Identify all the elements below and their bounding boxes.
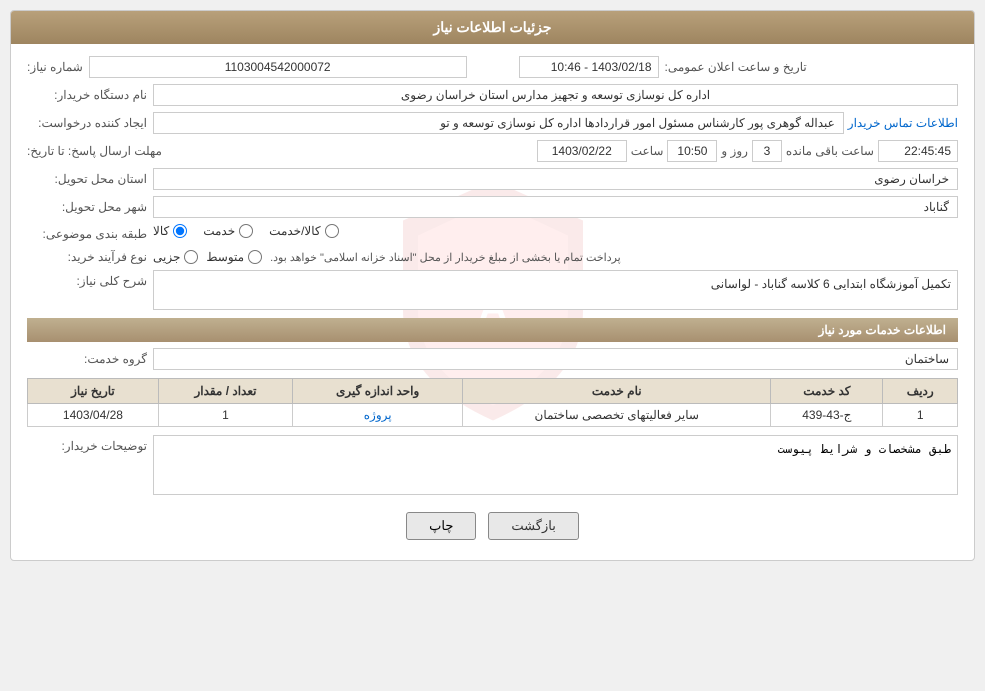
buyer-desc-input[interactable]: طبق مشخصات و شرایط پیوست <box>153 435 958 495</box>
cell-unit: پروژه <box>293 404 463 427</box>
service-group-value: ساختمان <box>153 348 958 370</box>
time-label: ساعت <box>631 144 664 158</box>
cell-name: سایر فعالیتهای تخصصی ساختمان <box>463 404 771 427</box>
cell-row: 1 <box>883 404 958 427</box>
remaining-label: ساعت باقی مانده <box>786 144 874 158</box>
purchase-type-medium[interactable]: متوسط <box>206 250 262 264</box>
back-button[interactable]: بازگشت <box>488 512 578 540</box>
services-section-title: اطلاعات خدمات مورد نیاز <box>27 318 958 342</box>
announcement-value: 1403/02/18 - 10:46 <box>519 56 659 78</box>
table-row: 1 ج-43-439 سایر فعالیتهای تخصصی ساختمان … <box>28 404 958 427</box>
panel-title: جزئیات اطلاعات نیاز <box>11 11 974 44</box>
col-code: کد خدمت <box>771 379 883 404</box>
col-date: تاریخ نیاز <box>28 379 159 404</box>
creator-value: عبداله گوهری پور کارشناس مسئول امور قرار… <box>153 112 844 134</box>
service-group-label: گروه خدمت: <box>27 352 147 366</box>
city-value: گناباد <box>153 196 958 218</box>
deadline-time: 10:50 <box>667 140 717 162</box>
print-button[interactable]: چاپ <box>406 512 476 540</box>
category-kala-khedmat[interactable]: کالا/خدمت <box>269 224 338 238</box>
category-label: طبقه بندی موضوعی: <box>27 227 147 241</box>
col-qty: تعداد / مقدار <box>158 379 292 404</box>
general-desc-label: شرح کلی نیاز: <box>27 270 147 288</box>
category-khedmat[interactable]: خدمت <box>203 224 253 238</box>
cell-qty: 1 <box>158 404 292 427</box>
city-label: شهر محل تحویل: <box>27 200 147 214</box>
deadline-date: 1403/02/22 <box>537 140 627 162</box>
purchase-type-small[interactable]: جزیی <box>153 250 198 264</box>
deadline-label: مهلت ارسال پاسخ: تا تاریخ: <box>27 144 162 158</box>
need-number-label: شماره نیاز: <box>27 60 83 74</box>
remaining-time: 22:45:45 <box>878 140 958 162</box>
need-number-value: 1103004542000072 <box>89 56 467 78</box>
purchase-note: پرداخت تمام یا بخشی از مبلغ خریدار از مح… <box>270 251 621 264</box>
category-kala-label: کالا <box>153 224 169 238</box>
col-row: ردیف <box>883 379 958 404</box>
day-label: روز و <box>721 144 748 158</box>
col-name: نام خدمت <box>463 379 771 404</box>
buyer-desc-label: توضیحات خریدار: <box>27 435 147 453</box>
province-label: استان محل تحویل: <box>27 172 147 186</box>
category-khedmat-label: خدمت <box>203 224 235 238</box>
services-table: ردیف کد خدمت نام خدمت واحد اندازه گیری ت… <box>27 378 958 427</box>
deadline-days: 3 <box>752 140 782 162</box>
cell-date: 1403/04/28 <box>28 404 159 427</box>
buyer-org-label: نام دستگاه خریدار: <box>27 88 147 102</box>
purchase-type-medium-label: متوسط <box>206 250 244 264</box>
col-unit: واحد اندازه گیری <box>293 379 463 404</box>
category-kala[interactable]: کالا <box>153 224 187 238</box>
general-desc-value: تکمیل آموزشگاه ابتدایی 6 کلاسه گناباد - … <box>153 270 958 310</box>
purchase-type-label: نوع فرآیند خرید: <box>27 250 147 264</box>
creator-label: ایجاد کننده درخواست: <box>27 116 147 130</box>
creator-contact-link[interactable]: اطلاعات تماس خریدار <box>848 116 958 130</box>
buyer-org-value: اداره کل نوسازی توسعه و تجهیز مدارس استا… <box>153 84 958 106</box>
category-kala-khedmat-label: کالا/خدمت <box>269 224 320 238</box>
purchase-type-small-label: جزیی <box>153 250 180 264</box>
cell-code: ج-43-439 <box>771 404 883 427</box>
announcement-label: تاریخ و ساعت اعلان عمومی: <box>665 60 807 74</box>
province-value: خراسان رضوی <box>153 168 958 190</box>
